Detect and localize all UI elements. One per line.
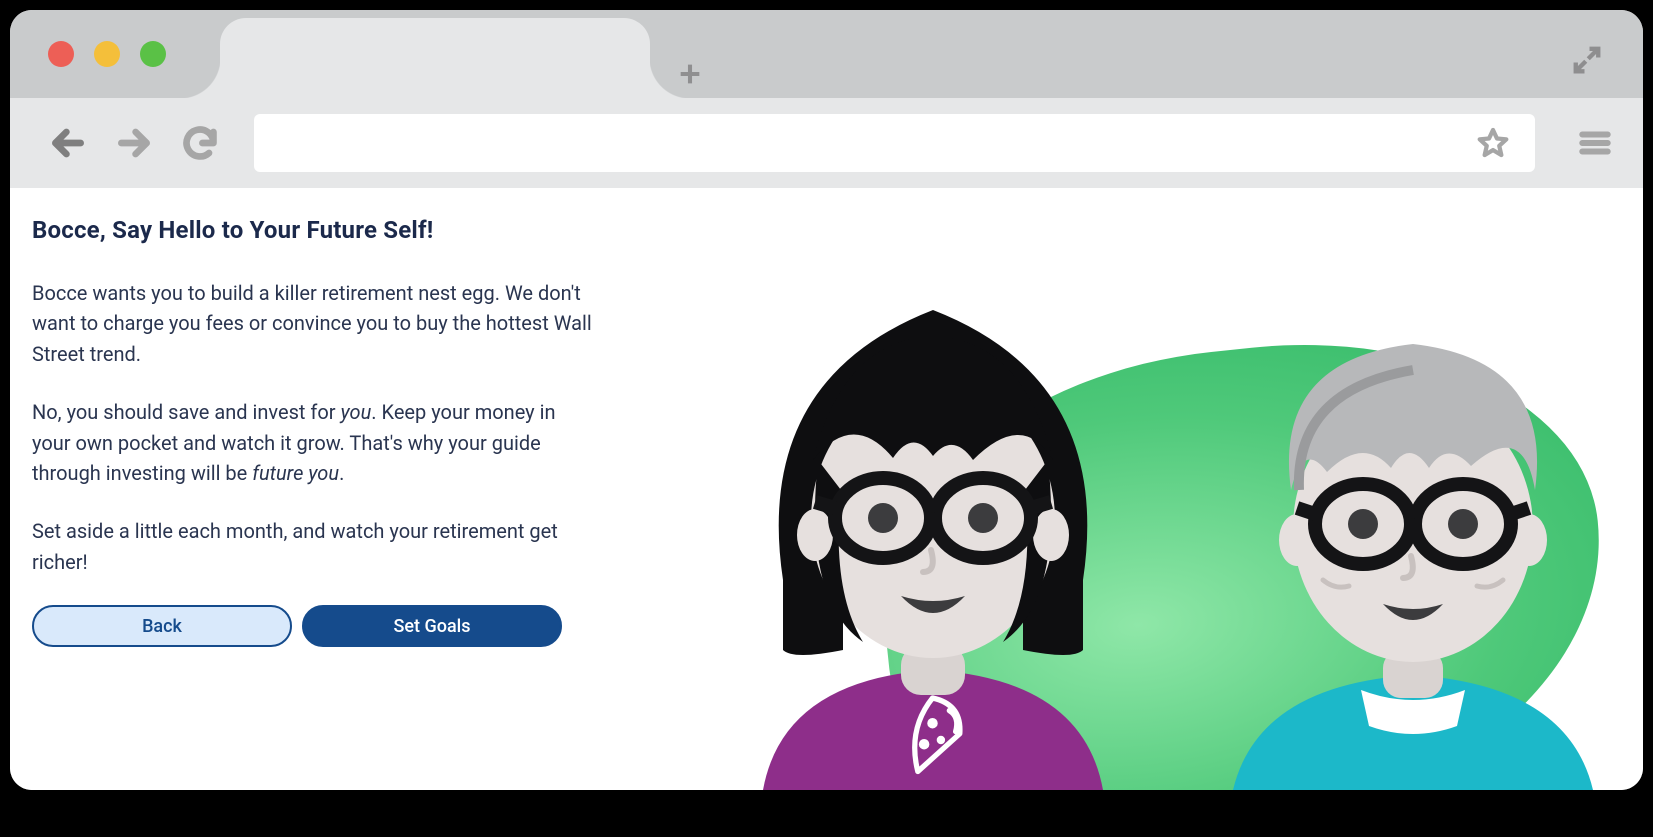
traffic-lights [48,41,166,67]
set-goals-button[interactable]: Set Goals [302,605,562,647]
paragraph-2: No, you should save and invest for you. … [32,397,592,488]
text-column: Bocce, Say Hello to Your Future Self! Bo… [32,216,592,647]
bookmark-button[interactable] [1473,123,1513,163]
hamburger-icon [1578,126,1612,160]
young-avatar [723,250,1143,790]
refresh-icon [181,124,219,162]
plus-icon [676,60,704,88]
new-tab-button[interactable] [670,54,710,94]
active-tab[interactable] [220,18,650,98]
illustration [683,230,1643,790]
star-outline-icon [1476,126,1510,160]
zoom-window-button[interactable] [140,41,166,67]
browser-toolbar [10,98,1643,188]
p2-seg-a: No, you should save and invest for [32,400,341,424]
p2-em-1: you [341,400,372,424]
p2-em-2: future you [252,461,339,485]
menu-button[interactable] [1571,119,1619,167]
expand-window-button[interactable] [1567,40,1607,80]
refresh-button[interactable] [176,119,224,167]
browser-tabbar [10,10,1643,98]
close-window-button[interactable] [48,41,74,67]
page-content: Bocce, Say Hello to Your Future Self! Bo… [10,188,1643,790]
browser-window: Bocce, Say Hello to Your Future Self! Bo… [10,10,1643,790]
paragraph-3: Set aside a little each month, and watch… [32,516,592,577]
paragraph-1: Bocce wants you to build a killer retire… [32,278,592,369]
back-page-button[interactable]: Back [32,605,292,647]
expand-icon [1572,45,1602,75]
arrow-left-icon [49,124,87,162]
minimize-window-button[interactable] [94,41,120,67]
back-button[interactable] [44,119,92,167]
older-avatar [1203,290,1623,790]
forward-button[interactable] [110,119,158,167]
arrow-right-icon [115,124,153,162]
button-row: Back Set Goals [32,605,592,647]
page-heading: Bocce, Say Hello to Your Future Self! [32,216,592,244]
p2-seg-c: . [339,461,344,485]
url-bar[interactable] [254,114,1535,172]
